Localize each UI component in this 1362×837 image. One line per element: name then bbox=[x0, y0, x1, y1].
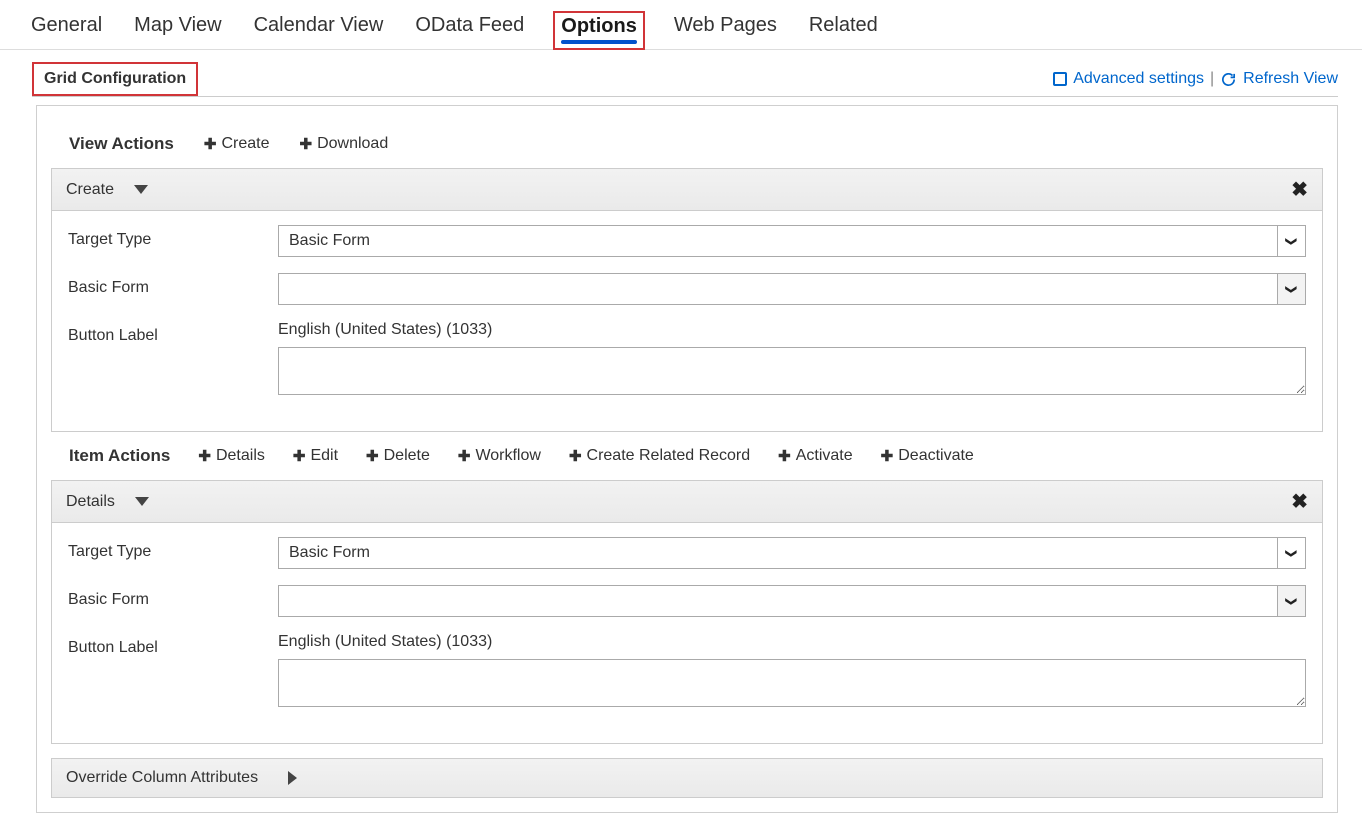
lookup-basic-form[interactable]: ❯ bbox=[278, 585, 1306, 617]
lookup-dropdown-button[interactable]: ❯ bbox=[1277, 274, 1305, 304]
link-refresh-view[interactable]: Refresh View bbox=[1220, 70, 1338, 88]
chevron-down-icon: ❯ bbox=[1285, 284, 1298, 293]
item-actions-header: Item Actions ✚Details ✚Edit ✚Delete ✚Wor… bbox=[69, 446, 1323, 466]
label: Create Related Record bbox=[587, 447, 751, 465]
plus-icon: ✚ bbox=[204, 135, 217, 153]
view-actions-header: View Actions ✚ Create ✚ Download bbox=[69, 134, 1323, 154]
card-toggle[interactable]: Details bbox=[66, 493, 149, 511]
card-title: Details bbox=[66, 493, 115, 511]
plus-icon: ✚ bbox=[881, 447, 894, 465]
lookup-input[interactable] bbox=[279, 274, 1277, 304]
label: Details bbox=[216, 447, 265, 465]
label: Create bbox=[221, 135, 269, 153]
lookup-basic-form[interactable]: ❯ bbox=[278, 273, 1306, 305]
view-actions-title: View Actions bbox=[69, 134, 174, 154]
section-header-row: Grid Configuration Advanced settings | R… bbox=[32, 62, 1338, 97]
label: Deactivate bbox=[898, 447, 974, 465]
label: Activate bbox=[796, 447, 853, 465]
link-refresh-view-label: Refresh View bbox=[1243, 70, 1338, 88]
card-remove-button[interactable]: ✖ bbox=[1291, 177, 1308, 202]
textarea-button-label[interactable] bbox=[278, 659, 1306, 707]
view-action-card-create: Create ✖ Target Type Basic Form ❯ B bbox=[51, 168, 1323, 432]
plus-icon: ✚ bbox=[778, 447, 791, 465]
dropdown-button[interactable]: ❯ bbox=[1277, 538, 1305, 568]
link-advanced-settings-label: Advanced settings bbox=[1073, 70, 1204, 88]
label-button-label: Button Label bbox=[68, 633, 278, 657]
card-header: Create ✖ bbox=[52, 169, 1322, 211]
refresh-icon bbox=[1220, 71, 1237, 88]
tab-options[interactable]: Options bbox=[553, 11, 645, 50]
plus-icon: ✚ bbox=[293, 447, 306, 465]
maximize-icon bbox=[1053, 72, 1067, 86]
plus-icon: ✚ bbox=[366, 447, 379, 465]
label-target-type: Target Type bbox=[68, 225, 278, 249]
plus-icon: ✚ bbox=[458, 447, 471, 465]
plus-icon: ✚ bbox=[569, 447, 582, 465]
tab-general[interactable]: General bbox=[28, 10, 105, 49]
lookup-input[interactable] bbox=[279, 586, 1277, 616]
view-action-add-download[interactable]: ✚ Download bbox=[299, 135, 388, 153]
override-column-attributes-toggle[interactable]: Override Column Attributes bbox=[51, 758, 1323, 798]
item-action-add-details[interactable]: ✚ Details bbox=[198, 447, 264, 465]
chevron-down-icon: ❯ bbox=[1285, 548, 1298, 557]
label: Override Column Attributes bbox=[66, 769, 258, 787]
label: Delete bbox=[384, 447, 430, 465]
select-target-type[interactable]: Basic Form ❯ bbox=[278, 225, 1306, 257]
card-remove-button[interactable]: ✖ bbox=[1291, 489, 1308, 514]
chevron-right-icon bbox=[288, 771, 297, 785]
chevron-down-icon: ❯ bbox=[1285, 236, 1298, 245]
chevron-down-icon bbox=[134, 185, 148, 194]
label-basic-form: Basic Form bbox=[68, 273, 278, 297]
dropdown-button[interactable]: ❯ bbox=[1277, 226, 1305, 256]
tab-related[interactable]: Related bbox=[806, 10, 881, 49]
chevron-down-icon: ❯ bbox=[1285, 596, 1298, 605]
item-action-card-details: Details ✖ Target Type Basic Form ❯ bbox=[51, 480, 1323, 744]
label: Workflow bbox=[475, 447, 541, 465]
locale-label: English (United States) (1033) bbox=[278, 321, 1306, 339]
select-target-type[interactable]: Basic Form ❯ bbox=[278, 537, 1306, 569]
select-value: Basic Form bbox=[279, 538, 1277, 568]
locale-label: English (United States) (1033) bbox=[278, 633, 1306, 651]
section-right-links: Advanced settings | Refresh View bbox=[1053, 70, 1338, 88]
tab-bar: General Map View Calendar View OData Fee… bbox=[0, 0, 1362, 50]
card-header: Details ✖ bbox=[52, 481, 1322, 523]
section-title-grid-configuration: Grid Configuration bbox=[32, 62, 198, 96]
tab-calendar-view[interactable]: Calendar View bbox=[251, 10, 387, 49]
label: Edit bbox=[310, 447, 338, 465]
view-action-add-create[interactable]: ✚ Create bbox=[204, 135, 270, 153]
tab-map-view[interactable]: Map View bbox=[131, 10, 224, 49]
item-action-add-deactivate[interactable]: ✚Deactivate bbox=[881, 447, 974, 465]
separator: | bbox=[1210, 70, 1214, 88]
label-target-type: Target Type bbox=[68, 537, 278, 561]
card-toggle[interactable]: Create bbox=[66, 181, 148, 199]
item-action-add-activate[interactable]: ✚ Activate bbox=[778, 447, 853, 465]
label-basic-form: Basic Form bbox=[68, 585, 278, 609]
tab-web-pages[interactable]: Web Pages bbox=[671, 10, 780, 49]
plus-icon: ✚ bbox=[299, 135, 312, 153]
lookup-dropdown-button[interactable]: ❯ bbox=[1277, 586, 1305, 616]
textarea-button-label[interactable] bbox=[278, 347, 1306, 395]
link-advanced-settings[interactable]: Advanced settings bbox=[1053, 70, 1204, 88]
chevron-down-icon bbox=[135, 497, 149, 506]
select-value: Basic Form bbox=[279, 226, 1277, 256]
item-actions-title: Item Actions bbox=[69, 446, 170, 466]
item-action-add-edit[interactable]: ✚Edit bbox=[293, 447, 338, 465]
tab-odata-feed[interactable]: OData Feed bbox=[412, 10, 527, 49]
grid-config-panel: View Actions ✚ Create ✚ Download Create … bbox=[36, 105, 1338, 813]
label-button-label: Button Label bbox=[68, 321, 278, 345]
item-action-add-create-related[interactable]: ✚ Create Related Record bbox=[569, 447, 750, 465]
card-title: Create bbox=[66, 181, 114, 199]
label: Download bbox=[317, 135, 388, 153]
item-action-add-workflow[interactable]: ✚Workflow bbox=[458, 447, 541, 465]
plus-icon: ✚ bbox=[198, 447, 211, 465]
item-action-add-delete[interactable]: ✚ Delete bbox=[366, 447, 430, 465]
